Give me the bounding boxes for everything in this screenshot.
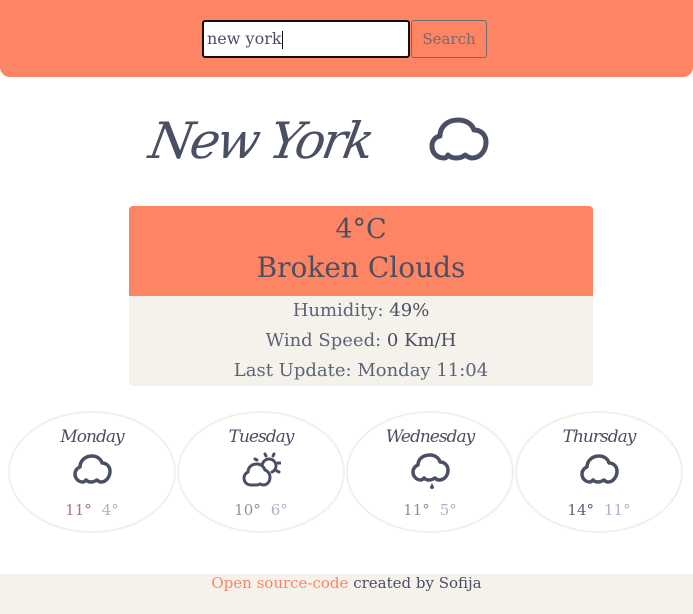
update-label: Last Update: bbox=[233, 360, 352, 381]
humidity-value: 49% bbox=[389, 300, 430, 321]
text-caret bbox=[281, 30, 283, 49]
footer: Open source-code created by Sofija bbox=[0, 574, 693, 614]
low-temp: 5° bbox=[439, 501, 457, 519]
current-weather-panel: 4°C Broken Clouds bbox=[129, 206, 593, 296]
footer-credit: created by Sofija bbox=[348, 574, 482, 592]
forecast-day: Wednesday 11° 5° bbox=[346, 411, 514, 533]
current-temperature: 4°C bbox=[335, 214, 387, 245]
wind-row: Wind Speed: 0 Km/H bbox=[129, 326, 593, 356]
high-temp: 11° bbox=[403, 501, 430, 519]
update-row: Last Update: Monday 11:04 bbox=[129, 356, 593, 386]
search-input[interactable]: new york bbox=[202, 20, 410, 58]
wind-value: 0 Km/H bbox=[386, 330, 457, 351]
high-temp: 10° bbox=[234, 501, 261, 519]
low-temp: 4° bbox=[101, 501, 119, 519]
partly-sunny-icon bbox=[242, 452, 281, 487]
wind-label: Wind Speed: bbox=[265, 330, 382, 351]
forecast-day: Monday 11° 4° bbox=[8, 411, 176, 533]
temperature-range: 11° 5° bbox=[348, 501, 512, 519]
temperature-range: 10° 6° bbox=[179, 501, 343, 519]
source-code-link[interactable]: Open source-code bbox=[211, 574, 348, 592]
forecast-day: Thursday 14° 11° bbox=[515, 411, 683, 533]
temperature-range: 14° 11° bbox=[517, 501, 681, 519]
cloud-icon bbox=[73, 454, 112, 484]
cloud-icon bbox=[580, 454, 619, 484]
day-name: Wednesday bbox=[385, 427, 475, 447]
weather-description: Broken Clouds bbox=[256, 251, 466, 284]
day-name: Thursday bbox=[562, 427, 637, 447]
cloud-icon bbox=[429, 117, 489, 161]
low-temp: 11° bbox=[604, 501, 631, 519]
low-temp: 6° bbox=[270, 501, 288, 519]
high-temp: 14° bbox=[567, 501, 594, 519]
day-name: Tuesday bbox=[228, 427, 295, 447]
rain-cloud-icon bbox=[411, 453, 450, 489]
search-input-value: new york bbox=[207, 29, 282, 48]
weather-details: Humidity: 49% Wind Speed: 0 Km/H Last Up… bbox=[129, 296, 593, 386]
header: new york Search bbox=[0, 0, 693, 77]
high-temp: 11° bbox=[65, 501, 92, 519]
temperature-range: 11° 4° bbox=[10, 501, 174, 519]
search-button[interactable]: Search bbox=[411, 20, 487, 58]
humidity-row: Humidity: 49% bbox=[129, 296, 593, 326]
day-name: Monday bbox=[60, 427, 124, 447]
humidity-label: Humidity: bbox=[292, 300, 384, 321]
city-name: New York bbox=[144, 112, 377, 170]
update-value: Monday 11:04 bbox=[357, 360, 489, 381]
forecast-day: Tuesday 10° 6° bbox=[177, 411, 345, 533]
